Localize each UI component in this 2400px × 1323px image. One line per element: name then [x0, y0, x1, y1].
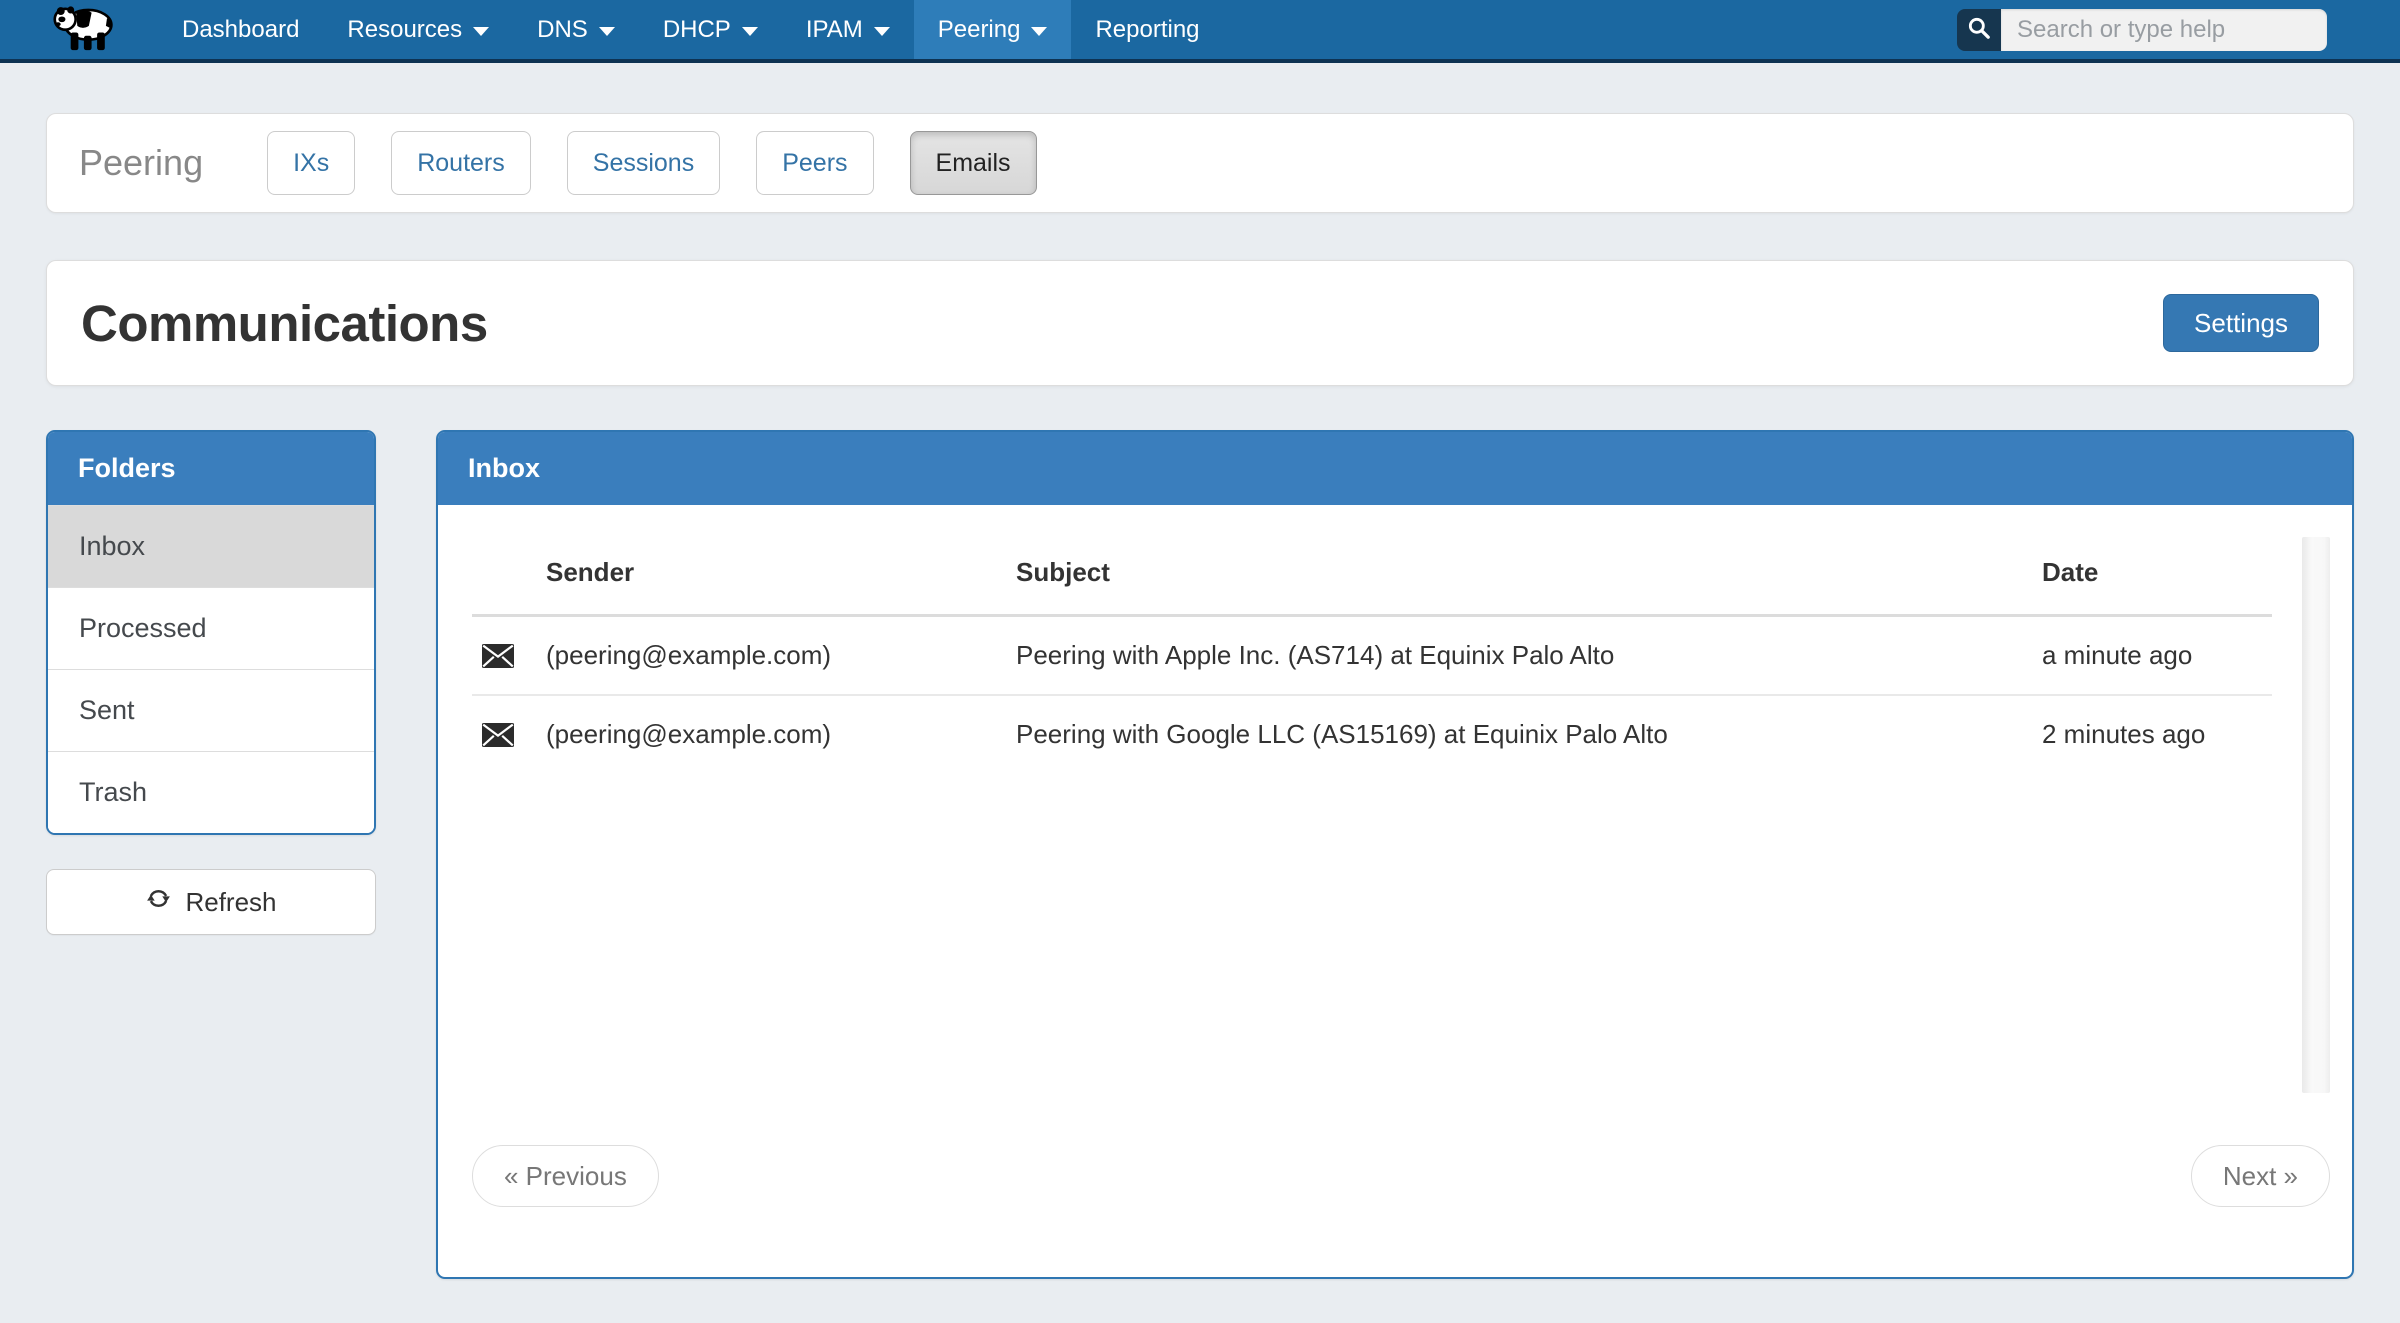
folder-item-trash[interactable]: Trash [48, 751, 374, 833]
refresh-button[interactable]: Refresh [46, 869, 376, 935]
mail-subject: Peering with Google LLC (AS15169) at Equ… [1006, 695, 2032, 773]
nav-label: Resources [347, 16, 462, 44]
caret-down-icon [874, 27, 890, 36]
nav-item-dhcp[interactable]: DHCP [639, 0, 782, 59]
caret-down-icon [599, 27, 615, 36]
folders-panel-title: Folders [48, 432, 374, 505]
tab-routers[interactable]: Routers [391, 131, 531, 195]
nav-label: DNS [537, 16, 588, 44]
search-icon [1966, 15, 1992, 44]
folder-item-processed[interactable]: Processed [48, 587, 374, 669]
caret-down-icon [1031, 27, 1047, 36]
column-header-date: Date [2032, 531, 2272, 616]
nav-label: IPAM [806, 16, 863, 44]
mail-sender: (peering@example.com) [536, 695, 1006, 773]
nav-label: Dashboard [182, 16, 299, 44]
refresh-icon [145, 885, 172, 919]
mail-subject: Peering with Apple Inc. (AS714) at Equin… [1006, 616, 2032, 696]
inbox-panel: Inbox Sender Subject Date [436, 430, 2354, 1279]
next-page-button[interactable]: Next » [2191, 1145, 2330, 1207]
folders-panel: Folders Inbox Processed Sent Trash [46, 430, 376, 835]
nav-label: Reporting [1095, 16, 1199, 44]
search-input[interactable] [2001, 9, 2327, 51]
mail-table: Sender Subject Date [472, 531, 2272, 773]
column-header-subject: Subject [1006, 531, 2032, 616]
brand-logo[interactable] [0, 0, 158, 59]
nav-item-resources[interactable]: Resources [323, 0, 513, 59]
nav-item-dashboard[interactable]: Dashboard [158, 0, 323, 59]
peering-toolbar: Peering IXs Routers Sessions Peers Email… [46, 113, 2354, 213]
vertical-scrollbar[interactable] [2302, 537, 2330, 1093]
toolbar-title: Peering [79, 142, 203, 184]
tab-peers[interactable]: Peers [756, 131, 873, 195]
folder-item-inbox[interactable]: Inbox [48, 505, 374, 587]
panda-logo-icon [52, 2, 118, 57]
nav-label: DHCP [663, 16, 731, 44]
nav-label: Peering [938, 16, 1021, 44]
tab-ixs[interactable]: IXs [267, 131, 355, 195]
settings-button[interactable]: Settings [2163, 294, 2319, 352]
column-header-sender: Sender [536, 531, 1006, 616]
column-header-icon [472, 531, 536, 616]
mail-table-scroll-area: Sender Subject Date [472, 531, 2330, 1099]
mail-table-header-row: Sender Subject Date [472, 531, 2272, 616]
envelope-icon [472, 695, 536, 773]
refresh-label: Refresh [185, 887, 276, 918]
folders-sidebar: Folders Inbox Processed Sent Trash Refre… [46, 430, 376, 935]
nav-item-peering[interactable]: Peering [914, 0, 1072, 59]
nav-item-ipam[interactable]: IPAM [782, 0, 914, 59]
inbox-panel-title: Inbox [438, 432, 2352, 505]
page-header: Communications Settings [46, 260, 2354, 386]
top-navbar: Dashboard Resources DNS DHCP IPAM Peerin… [0, 0, 2400, 63]
mail-sender: (peering@example.com) [536, 616, 1006, 696]
mail-row[interactable]: (peering@example.com) Peering with Googl… [472, 695, 2272, 773]
caret-down-icon [742, 27, 758, 36]
global-search [1957, 9, 2327, 51]
pager: « Previous Next » [472, 1145, 2330, 1207]
envelope-icon [472, 616, 536, 696]
mail-date: a minute ago [2032, 616, 2272, 696]
mail-date: 2 minutes ago [2032, 695, 2272, 773]
main-nav: Dashboard Resources DNS DHCP IPAM Peerin… [158, 0, 1224, 59]
previous-page-button[interactable]: « Previous [472, 1145, 659, 1207]
nav-item-reporting[interactable]: Reporting [1071, 0, 1223, 59]
search-button[interactable] [1957, 9, 2001, 51]
tab-sessions[interactable]: Sessions [567, 131, 720, 195]
nav-item-dns[interactable]: DNS [513, 0, 639, 59]
page-title: Communications [81, 294, 488, 353]
mail-row[interactable]: (peering@example.com) Peering with Apple… [472, 616, 2272, 696]
caret-down-icon [473, 27, 489, 36]
tab-emails[interactable]: Emails [910, 131, 1037, 195]
inbox-body: Sender Subject Date [438, 505, 2352, 1277]
folder-item-sent[interactable]: Sent [48, 669, 374, 751]
